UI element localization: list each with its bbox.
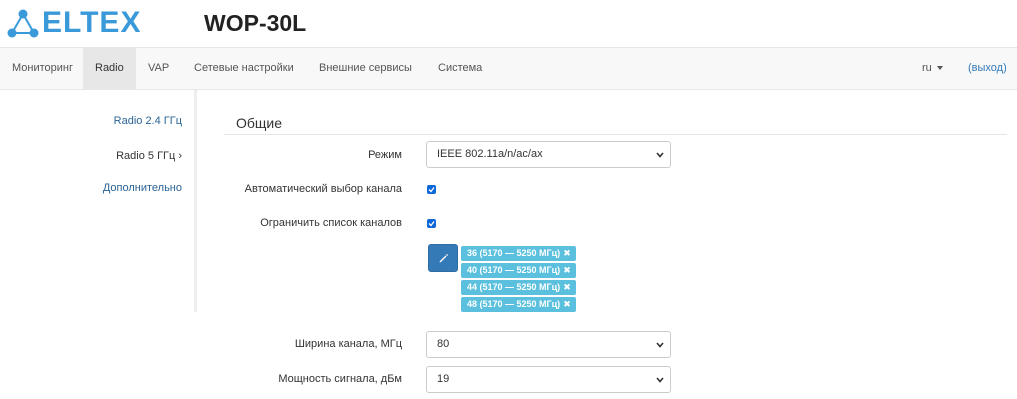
device-model-title: WOP-30L — [204, 10, 307, 36]
language-value: ru — [922, 62, 932, 74]
channel-tag: 48 (5170 — 5250 МГц) ✖ — [461, 297, 576, 312]
channel-tag-label: 48 (5170 — 5250 МГц) — [467, 299, 561, 309]
channel-tag: 44 (5170 — 5250 МГц) ✖ — [461, 280, 576, 295]
remove-icon[interactable]: ✖ — [563, 265, 571, 275]
chevron-down-icon — [656, 342, 664, 348]
nav-system[interactable]: Система — [426, 48, 494, 89]
limit-channels-checkbox[interactable] — [427, 219, 436, 228]
limit-channels-label: Ограничить список каналов — [260, 217, 402, 229]
header: ELTEX WOP-30L — [0, 0, 1017, 47]
channel-tag-label: 40 (5170 — 5250 МГц) — [467, 265, 561, 275]
nav-vap[interactable]: VAP — [136, 48, 181, 89]
power-select-value: 19 — [437, 373, 450, 385]
top-navbar: Мониторинг Radio VAP Сетевые настройки В… — [0, 47, 1017, 90]
sidebar-item-advanced[interactable]: Дополнительно — [103, 182, 182, 194]
pencil-icon — [439, 254, 448, 263]
channel-tag-label: 36 (5170 — 5250 МГц) — [467, 248, 561, 258]
bandwidth-select[interactable]: 80 — [426, 331, 671, 358]
channel-tag: 36 (5170 — 5250 МГц) ✖ — [461, 246, 576, 261]
power-label: Мощность сигнала, дБм — [278, 373, 402, 385]
edit-channels-button[interactable] — [428, 244, 458, 272]
bandwidth-label: Ширина канала, МГц — [294, 338, 402, 350]
chevron-down-icon — [656, 377, 664, 383]
chevron-down-icon — [656, 152, 664, 158]
sidebar-item-radio-24[interactable]: Radio 2.4 ГГц — [114, 115, 182, 127]
logo-mark-icon — [7, 9, 39, 38]
mode-select[interactable]: IEEE 802.11a/n/ac/ax — [426, 141, 671, 168]
nav-monitoring[interactable]: Мониторинг — [0, 48, 85, 89]
remove-icon[interactable]: ✖ — [563, 248, 571, 258]
mode-select-value: IEEE 802.11a/n/ac/ax — [437, 148, 543, 160]
remove-icon[interactable]: ✖ — [563, 282, 571, 292]
sidebar-item-radio-5[interactable]: Radio 5 ГГц › — [116, 150, 182, 162]
eltex-logo: ELTEX — [6, 6, 156, 40]
caret-down-icon — [936, 66, 943, 71]
logo-text: ELTEX — [42, 6, 142, 39]
bandwidth-select-value: 80 — [437, 338, 450, 350]
logout-link[interactable]: (выход) — [968, 48, 1007, 89]
sidebar: Radio 2.4 ГГц Radio 5 ГГц › Дополнительн… — [0, 90, 197, 312]
nav-network-settings[interactable]: Сетевые настройки — [182, 48, 306, 89]
auto-channel-checkbox[interactable] — [427, 185, 436, 194]
power-select[interactable]: 19 — [426, 366, 671, 393]
nav-radio[interactable]: Radio — [83, 48, 136, 89]
channel-tag-label: 44 (5170 — 5250 МГц) — [467, 282, 561, 292]
language-dropdown[interactable]: ru — [922, 48, 943, 89]
checkmark-icon — [428, 221, 435, 227]
channel-tag: 40 (5170 — 5250 МГц) ✖ — [461, 263, 576, 278]
mode-label: Режим — [368, 149, 402, 161]
checkmark-icon — [428, 187, 435, 193]
auto-channel-label: Автоматический выбор канала — [244, 183, 402, 195]
nav-external-services[interactable]: Внешние сервисы — [307, 48, 424, 89]
section-divider — [224, 134, 1007, 135]
section-title: Общие — [236, 115, 283, 131]
remove-icon[interactable]: ✖ — [563, 299, 571, 309]
